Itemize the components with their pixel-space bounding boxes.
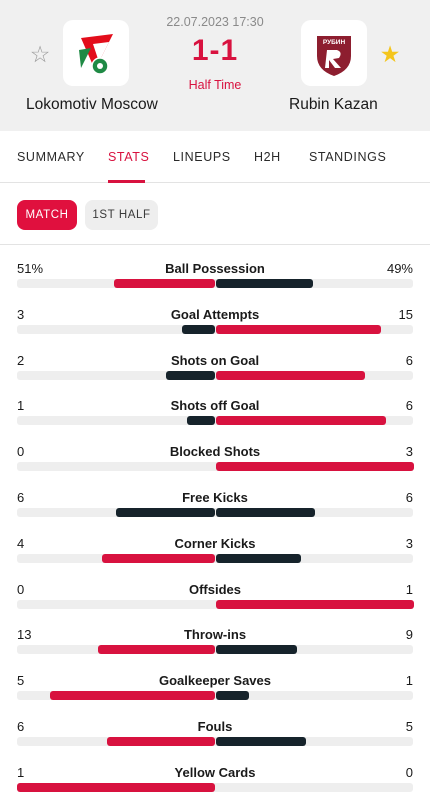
stat-home-bar [98, 645, 215, 655]
stat-bar-track [17, 645, 413, 655]
stat-away-bar [216, 508, 315, 517]
stat-bar-track [17, 553, 413, 563]
stat-home-bar [114, 279, 215, 288]
stat-label: Goalkeeper Saves [158, 673, 272, 689]
stat-away-value: 49% [386, 261, 413, 276]
match-header: 22.07.2023 17:30 ☆ 1-1 Half Time РУБИН ★… [0, 0, 430, 131]
stat-row: 6 Fouls 5 [0, 709, 430, 755]
stat-row: 13 Throw-ins 9 [0, 617, 430, 663]
stat-label: Throw-ins [183, 627, 247, 643]
stat-label: Blocked Shots [169, 444, 261, 460]
stat-away-value: 6 [405, 398, 413, 414]
stat-away-bar [216, 645, 297, 655]
stat-label: Corner Kicks [174, 535, 256, 551]
stat-row: 0 Offsides 1 [0, 572, 430, 618]
stat-label: Goal Attempts [170, 306, 260, 322]
stat-home-bar [107, 737, 215, 746]
stat-away-value: 3 [405, 444, 413, 460]
home-team-name[interactable]: Lokomotiv Moscow [26, 96, 158, 114]
stat-row: 51% Ball Possession 49% [0, 251, 430, 297]
stat-bar-track [17, 737, 413, 746]
stat-row: 4 Corner Kicks 3 [0, 526, 430, 572]
stat-away-value: 1 [405, 581, 413, 597]
stat-away-value: 9 [405, 627, 413, 643]
stat-label: Yellow Cards [174, 764, 256, 780]
stat-away-value: 0 [405, 764, 413, 780]
stat-row: 3 Goal Attempts 15 [0, 297, 430, 343]
stat-home-bar [186, 416, 215, 426]
stat-bar-track [17, 508, 413, 517]
stat-label: Shots on Goal [170, 352, 260, 368]
stat-row: 1 Yellow Cards 0 [0, 755, 430, 800]
svg-text:РУБИН: РУБИН [323, 39, 346, 46]
away-favorite-star-icon[interactable]: ★ [378, 42, 402, 66]
stat-row: 6 Free Kicks 6 [0, 480, 430, 526]
stat-away-bar [216, 462, 414, 472]
stat-label: Shots off Goal [170, 398, 260, 414]
stat-home-bar [116, 508, 215, 517]
stat-away-value: 3 [405, 535, 413, 551]
stat-away-bar [216, 691, 249, 701]
stat-home-bar [17, 782, 215, 792]
tab-lineups[interactable]: LINEUPS [173, 150, 231, 164]
stat-bar-track [17, 416, 413, 426]
stat-bar-track [17, 599, 414, 609]
period-filter: MATCH 1ST HALF [0, 183, 430, 245]
stat-away-value: 15 [398, 306, 413, 322]
tab-summary[interactable]: SUMMARY [17, 150, 85, 164]
stat-home-bar [101, 553, 215, 563]
stat-away-bar [216, 324, 381, 334]
stat-bar-track [17, 324, 413, 334]
rubin-logo-icon: РУБИН [317, 36, 351, 76]
stat-away-value: 5 [405, 719, 413, 734]
stat-away-value: 6 [405, 490, 413, 505]
stat-bar-track [17, 370, 413, 380]
stat-label: Ball Possession [165, 261, 265, 276]
stat-row: 2 Shots on Goal 6 [0, 343, 430, 389]
stat-away-value: 6 [405, 352, 413, 368]
stat-bar-track [17, 782, 413, 792]
stat-away-value: 1 [405, 673, 413, 689]
stat-label: Fouls [197, 719, 233, 734]
stat-home-bar [165, 370, 215, 380]
away-team-logo[interactable]: РУБИН [301, 20, 367, 86]
tab-standings[interactable]: STANDINGS [309, 150, 386, 164]
stat-away-bar [216, 416, 386, 426]
stat-label: Offsides [188, 581, 241, 597]
match-tabs: SUMMARY STATS LINEUPS H2H STANDINGS [0, 131, 430, 183]
away-team-name[interactable]: Rubin Kazan [289, 96, 378, 114]
tab-stats[interactable]: STATS [108, 150, 149, 164]
stat-bar-track [17, 462, 414, 472]
stat-row: 1 Shots off Goal 6 [0, 388, 430, 434]
stat-label: Free Kicks [182, 490, 248, 505]
tab-h2h[interactable]: H2H [254, 150, 281, 164]
stat-row: 5 Goalkeeper Saves 1 [0, 663, 430, 709]
stat-home-bar [182, 324, 215, 334]
period-first-half-button[interactable]: 1ST HALF [85, 200, 158, 230]
stat-row: 0 Blocked Shots 3 [0, 434, 430, 480]
stat-home-bar [50, 691, 215, 701]
stat-away-bar [216, 599, 414, 609]
stat-bar-track [17, 691, 413, 701]
stat-away-bar [216, 553, 301, 563]
stat-away-bar [216, 737, 306, 746]
stat-away-bar [216, 279, 314, 288]
stat-away-bar [216, 370, 365, 380]
stat-bar-track [17, 279, 413, 288]
period-match-button[interactable]: MATCH [17, 200, 77, 230]
